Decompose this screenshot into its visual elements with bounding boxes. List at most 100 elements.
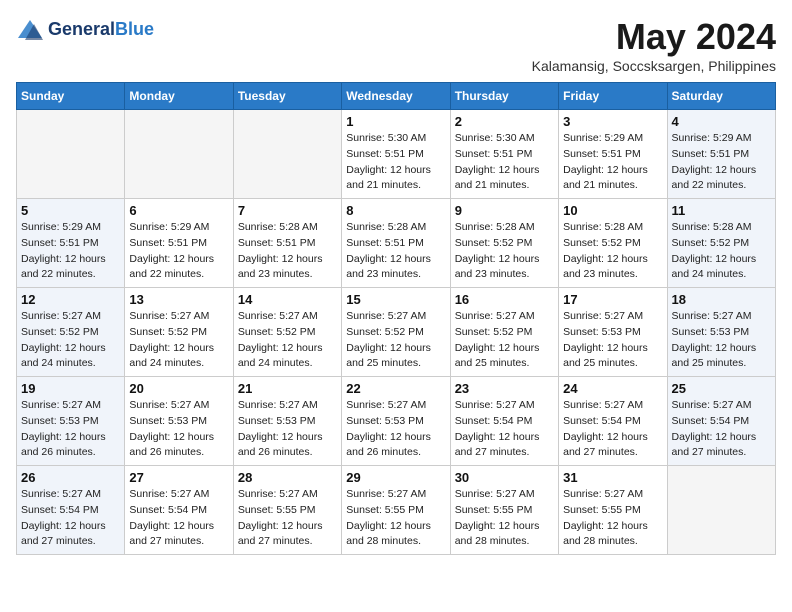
logo-line2: Blue — [115, 19, 154, 39]
day-info: Sunrise: 5:27 AMSunset: 5:52 PMDaylight:… — [455, 309, 554, 372]
day-info: Sunrise: 5:29 AMSunset: 5:51 PMDaylight:… — [563, 131, 662, 194]
day-info: Sunrise: 5:29 AMSunset: 5:51 PMDaylight:… — [672, 131, 771, 194]
day-number: 3 — [563, 114, 662, 129]
day-number: 31 — [563, 470, 662, 485]
day-info: Sunrise: 5:27 AMSunset: 5:52 PMDaylight:… — [346, 309, 445, 372]
day-cell: 7 Sunrise: 5:28 AMSunset: 5:51 PMDaylight… — [233, 199, 341, 288]
logo: GeneralBlue — [16, 16, 154, 44]
logo-text: GeneralBlue — [48, 20, 154, 40]
day-number: 2 — [455, 114, 554, 129]
day-number: 20 — [129, 381, 228, 396]
week-row-4: 19 Sunrise: 5:27 AMSunset: 5:53 PMDayligh… — [17, 377, 776, 466]
page-header: GeneralBlue May 2024 Kalamansig, Soccsks… — [16, 16, 776, 74]
logo-icon — [16, 16, 44, 44]
day-cell: 27 Sunrise: 5:27 AMSunset: 5:54 PMDayligh… — [125, 466, 233, 555]
day-cell: 14Sunrise: 5:27 AMSunset: 5:52 PMDayligh… — [233, 288, 341, 377]
day-info: Sunrise: 5:27 AMSunset: 5:53 PMDaylight:… — [129, 398, 228, 461]
day-info: Sunrise: 5:28 AMSunset: 5:52 PMDaylight:… — [455, 220, 554, 283]
day-number: 1 — [346, 114, 445, 129]
day-info: Sunrise: 5:27 AMSunset: 5:54 PMDaylight:… — [21, 487, 120, 550]
day-info: Sunrise: 5:27 AMSunset: 5:53 PMDaylight:… — [346, 398, 445, 461]
col-header-wednesday: Wednesday — [342, 83, 450, 110]
day-cell: 1Sunrise: 5:30 AMSunset: 5:51 PMDaylight… — [342, 110, 450, 199]
week-row-3: 12Sunrise: 5:27 AMSunset: 5:52 PMDayligh… — [17, 288, 776, 377]
day-cell: 21Sunrise: 5:27 AMSunset: 5:53 PMDayligh… — [233, 377, 341, 466]
logo-line1: General — [48, 19, 115, 39]
day-number: 29 — [346, 470, 445, 485]
day-info: Sunrise: 5:28 AMSunset: 5:51 PMDaylight:… — [238, 220, 337, 283]
day-number: 14 — [238, 292, 337, 307]
day-number: 25 — [672, 381, 771, 396]
day-cell: 2 Sunrise: 5:30 AMSunset: 5:51 PMDaylight… — [450, 110, 558, 199]
day-info: Sunrise: 5:27 AMSunset: 5:55 PMDaylight:… — [455, 487, 554, 550]
day-cell: 6 Sunrise: 5:29 AMSunset: 5:51 PMDaylight… — [125, 199, 233, 288]
day-cell — [233, 110, 341, 199]
day-info: Sunrise: 5:29 AMSunset: 5:51 PMDaylight:… — [129, 220, 228, 283]
location-subtitle: Kalamansig, Soccsksargen, Philippines — [532, 58, 776, 74]
day-number: 27 — [129, 470, 228, 485]
col-header-friday: Friday — [559, 83, 667, 110]
day-cell: 10Sunrise: 5:28 AMSunset: 5:52 PMDayligh… — [559, 199, 667, 288]
day-info: Sunrise: 5:30 AMSunset: 5:51 PMDaylight:… — [455, 131, 554, 194]
day-number: 19 — [21, 381, 120, 396]
col-header-thursday: Thursday — [450, 83, 558, 110]
day-number: 18 — [672, 292, 771, 307]
day-number: 6 — [129, 203, 228, 218]
day-info: Sunrise: 5:29 AMSunset: 5:51 PMDaylight:… — [21, 220, 120, 283]
day-cell — [17, 110, 125, 199]
day-cell: 18 Sunrise: 5:27 AMSunset: 5:53 PMDayligh… — [667, 288, 775, 377]
day-cell: 22 Sunrise: 5:27 AMSunset: 5:53 PMDayligh… — [342, 377, 450, 466]
week-row-1: 1 Sunrise: 5:30 AMSunset: 5:51 PMDaylight… — [17, 110, 776, 199]
day-info: Sunrise: 5:28 AMSunset: 5:52 PMDaylight:… — [672, 220, 771, 283]
day-number: 5 — [21, 203, 120, 218]
day-cell: 3 Sunrise: 5:29 AMSunset: 5:51 PMDaylight… — [559, 110, 667, 199]
day-number: 26 — [21, 470, 120, 485]
day-number: 17 — [563, 292, 662, 307]
day-number: 30 — [455, 470, 554, 485]
day-cell: 16 Sunrise: 5:27 AMSunset: 5:52 PMDayligh… — [450, 288, 558, 377]
day-cell: 26 Sunrise: 5:27 AMSunset: 5:54 PMDayligh… — [17, 466, 125, 555]
day-number: 16 — [455, 292, 554, 307]
day-info: Sunrise: 5:27 AMSunset: 5:53 PMDaylight:… — [672, 309, 771, 372]
day-info: Sunrise: 5:27 AMSunset: 5:54 PMDaylight:… — [455, 398, 554, 461]
day-cell: 20 Sunrise: 5:27 AMSunset: 5:53 PMDayligh… — [125, 377, 233, 466]
day-info: Sunrise: 5:27 AMSunset: 5:54 PMDaylight:… — [672, 398, 771, 461]
day-cell: 29 Sunrise: 5:27 AMSunset: 5:55 PMDayligh… — [342, 466, 450, 555]
day-number: 4 — [672, 114, 771, 129]
day-number: 28 — [238, 470, 337, 485]
day-number: 21 — [238, 381, 337, 396]
month-title: May 2024 — [532, 16, 776, 58]
day-cell — [667, 466, 775, 555]
day-number: 15 — [346, 292, 445, 307]
day-cell: 28Sunrise: 5:27 AMSunset: 5:55 PMDayligh… — [233, 466, 341, 555]
day-info: Sunrise: 5:27 AMSunset: 5:55 PMDaylight:… — [563, 487, 662, 550]
day-cell: 19Sunrise: 5:27 AMSunset: 5:53 PMDayligh… — [17, 377, 125, 466]
col-header-tuesday: Tuesday — [233, 83, 341, 110]
week-row-5: 26 Sunrise: 5:27 AMSunset: 5:54 PMDayligh… — [17, 466, 776, 555]
day-number: 23 — [455, 381, 554, 396]
day-number: 22 — [346, 381, 445, 396]
day-cell: 31 Sunrise: 5:27 AMSunset: 5:55 PMDayligh… — [559, 466, 667, 555]
day-info: Sunrise: 5:27 AMSunset: 5:55 PMDaylight:… — [346, 487, 445, 550]
day-info: Sunrise: 5:27 AMSunset: 5:52 PMDaylight:… — [21, 309, 120, 372]
day-info: Sunrise: 5:27 AMSunset: 5:54 PMDaylight:… — [129, 487, 228, 550]
col-header-saturday: Saturday — [667, 83, 775, 110]
day-number: 11 — [672, 203, 771, 218]
day-number: 7 — [238, 203, 337, 218]
day-cell: 12Sunrise: 5:27 AMSunset: 5:52 PMDayligh… — [17, 288, 125, 377]
day-cell: 8Sunrise: 5:28 AMSunset: 5:51 PMDaylight… — [342, 199, 450, 288]
day-cell: 15 Sunrise: 5:27 AMSunset: 5:52 PMDayligh… — [342, 288, 450, 377]
day-info: Sunrise: 5:27 AMSunset: 5:54 PMDaylight:… — [563, 398, 662, 461]
day-number: 10 — [563, 203, 662, 218]
day-cell: 11 Sunrise: 5:28 AMSunset: 5:52 PMDayligh… — [667, 199, 775, 288]
day-cell: 5 Sunrise: 5:29 AMSunset: 5:51 PMDaylight… — [17, 199, 125, 288]
day-cell: 4 Sunrise: 5:29 AMSunset: 5:51 PMDaylight… — [667, 110, 775, 199]
title-block: May 2024 Kalamansig, Soccsksargen, Phili… — [532, 16, 776, 74]
day-cell: 13Sunrise: 5:27 AMSunset: 5:52 PMDayligh… — [125, 288, 233, 377]
calendar-table: SundayMondayTuesdayWednesdayThursdayFrid… — [16, 82, 776, 555]
calendar-header-row: SundayMondayTuesdayWednesdayThursdayFrid… — [17, 83, 776, 110]
day-cell: 17Sunrise: 5:27 AMSunset: 5:53 PMDayligh… — [559, 288, 667, 377]
day-cell: 9Sunrise: 5:28 AMSunset: 5:52 PMDaylight… — [450, 199, 558, 288]
day-number: 8 — [346, 203, 445, 218]
day-info: Sunrise: 5:27 AMSunset: 5:52 PMDaylight:… — [129, 309, 228, 372]
